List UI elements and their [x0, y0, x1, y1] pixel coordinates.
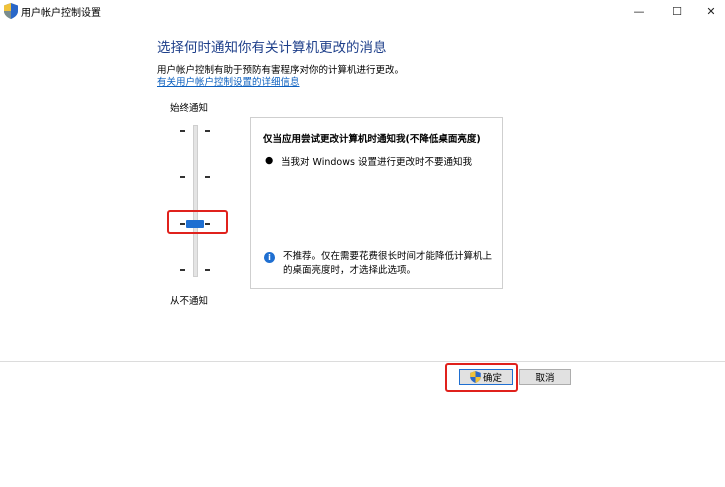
slider-tick-left-1	[180, 176, 185, 179]
maximize-button[interactable]: ☐	[660, 0, 694, 22]
details-link[interactable]: 有关用户帐户控制设置的详细信息	[157, 74, 300, 88]
recommendation-note: 不推荐。仅在需要花费很长时间才能降低计算机上的桌面亮度时，才选择此选项。	[283, 251, 493, 276]
slider-tick-left-3	[180, 269, 185, 271]
bullet-dot: ●	[265, 155, 274, 166]
close-icon: ✕	[706, 4, 716, 18]
ok-highlight-box	[445, 363, 518, 392]
info-icon: i	[264, 252, 275, 263]
title-bar: 用户帐户控制设置 — ☐ ✕	[0, 0, 725, 22]
slider-track[interactable]	[193, 125, 198, 277]
minimize-icon: —	[633, 4, 645, 18]
slider-bottom-label: 从不通知	[170, 296, 209, 307]
page-heading: 选择何时通知你有关计算机更改的消息	[157, 40, 387, 56]
level-description-panel: 仅当应用尝试更改计算机时通知我(不降低桌面亮度) ● 当我对 Windows 设…	[250, 117, 503, 289]
cancel-button-label: 取消	[535, 373, 555, 384]
slider-tick-right-0	[205, 130, 210, 132]
minimize-button[interactable]: —	[622, 0, 656, 22]
maximize-icon: ☐	[672, 4, 682, 18]
cancel-button[interactable]: 取消	[519, 369, 571, 385]
footer-divider	[0, 361, 725, 362]
level-bullet-text: 当我对 Windows 设置进行更改时不要通知我	[281, 157, 472, 168]
uac-shield-icon	[4, 3, 18, 19]
slider-highlight-box	[167, 209, 228, 234]
close-button[interactable]: ✕	[694, 0, 725, 22]
slider-tick-right-1	[205, 176, 210, 179]
window-title: 用户帐户控制设置	[21, 8, 101, 19]
slider-tick-left-0	[180, 130, 185, 132]
slider-tick-right-3	[205, 269, 210, 271]
slider-top-label: 始终通知	[170, 103, 209, 114]
level-title: 仅当应用尝试更改计算机时通知我(不降低桌面亮度)	[263, 134, 481, 145]
